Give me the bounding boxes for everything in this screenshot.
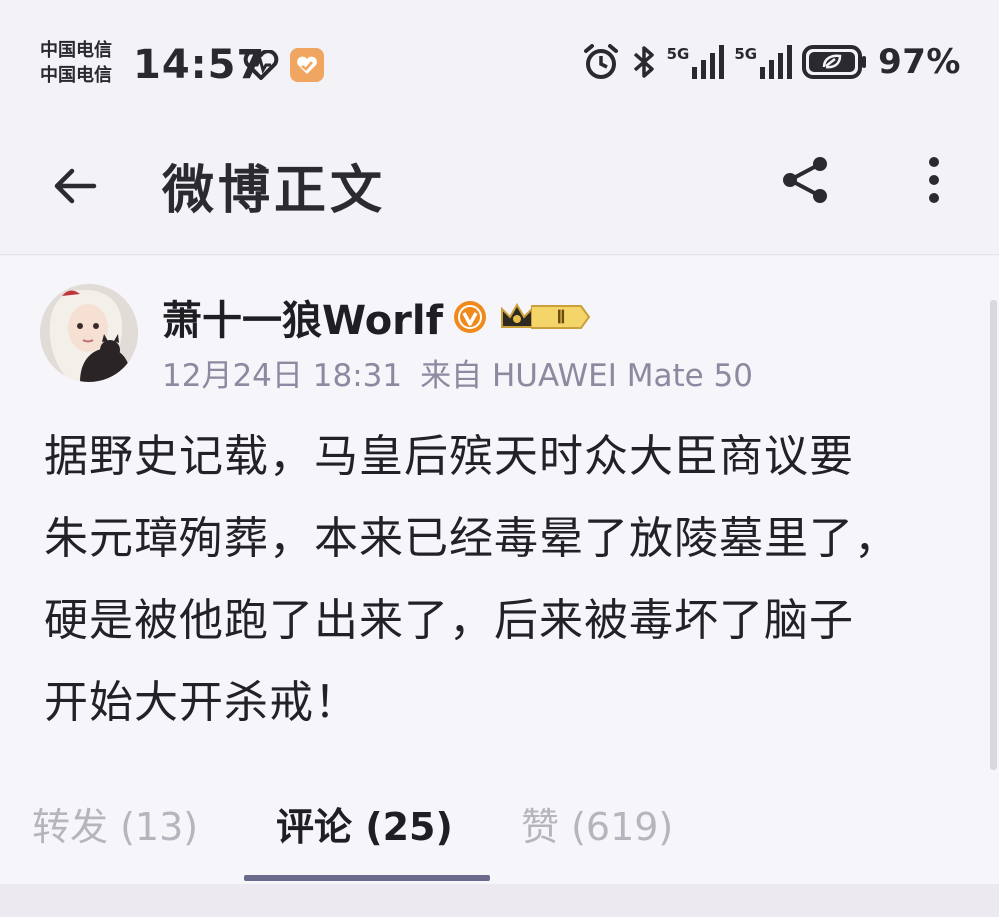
app-notification-icon xyxy=(290,48,324,82)
carrier-labels: 中国电信 中国电信 xyxy=(40,38,112,88)
arrow-left-icon[interactable] xyxy=(48,158,104,214)
post-tabs: 转发 (13) 评论 (25) 赞 (619) xyxy=(0,764,999,884)
post-line: 硬是被他跑了出来了，后来被毒坏了脑子 xyxy=(44,595,854,646)
avatar-image xyxy=(40,284,138,382)
network-type-1: 5G xyxy=(666,45,690,63)
tab-comment[interactable]: 评论 (25) xyxy=(276,796,453,851)
carrier-1: 中国电信 xyxy=(40,40,112,61)
page-title: 微博正文 xyxy=(162,161,387,221)
username-row: 萧十一狼Worlf Ⅱ xyxy=(162,288,591,346)
avatar[interactable] xyxy=(40,284,138,382)
post-meta: 12月24日 18:31 来自 HUAWEI Mate 50 xyxy=(162,350,753,395)
active-tab-indicator xyxy=(244,875,490,881)
battery-icon xyxy=(802,45,867,79)
post-date: 12月24日 18:31 xyxy=(162,358,403,394)
heart-rate-icon xyxy=(243,50,279,80)
signal-group-2: 5G xyxy=(734,45,793,79)
carrier-2: 中国电信 xyxy=(40,65,112,86)
comments-area xyxy=(0,884,999,917)
crown-icon xyxy=(501,303,534,328)
post-line: 朱元璋殉葬，本来已经毒晕了放陵墓里了， xyxy=(44,513,899,564)
alarm-icon xyxy=(583,44,618,79)
level-badge: Ⅱ xyxy=(499,301,591,333)
post-text: 据野史记载，马皇后殡天时众大臣商议要 朱元璋殉葬，本来已经毒晕了放陵墓里了， 硬… xyxy=(44,416,974,744)
bluetooth-icon xyxy=(633,46,654,78)
app-header: 微博正文 xyxy=(0,120,999,255)
more-vertical-icon[interactable] xyxy=(912,150,956,210)
battery-percent: 97% xyxy=(878,42,961,82)
verified-badge-icon xyxy=(454,301,487,333)
post-line: 开始大开杀戒！ xyxy=(44,677,359,728)
status-bar: 中国电信 中国电信 14:57 5G 5G 97% xyxy=(0,0,999,120)
scrollbar[interactable] xyxy=(990,300,997,770)
tab-repost[interactable]: 转发 (13) xyxy=(32,796,198,851)
post-line: 据野史记载，马皇后殡天时众大臣商议要 xyxy=(44,431,854,482)
signal-group-1: 5G xyxy=(667,45,725,79)
status-right-icons: 5G 5G 97% xyxy=(581,42,961,82)
signal-icon xyxy=(692,45,725,79)
network-type-2: 5G xyxy=(734,45,758,63)
post-card: 萧十一狼Worlf Ⅱ 12月24日 18:31 来自 HUAWEI Mate 5… xyxy=(0,256,999,764)
signal-icon-2 xyxy=(760,45,793,79)
post-source: 来自 HUAWEI Mate 50 xyxy=(420,358,753,394)
username[interactable]: 萧十一狼Worlf xyxy=(162,288,443,346)
share-icon[interactable] xyxy=(776,150,836,210)
tab-like[interactable]: 赞 (619) xyxy=(521,796,673,851)
level-text: Ⅱ xyxy=(556,306,566,327)
